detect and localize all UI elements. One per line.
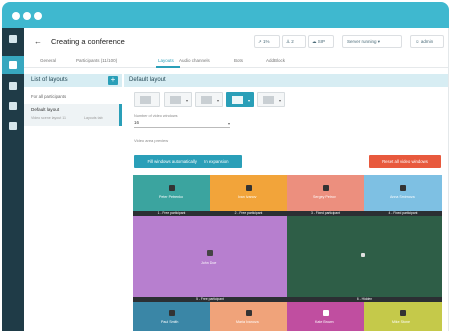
user-icon xyxy=(169,185,175,191)
conference-icon[interactable] xyxy=(9,61,17,69)
add-layout-button[interactable]: + xyxy=(108,76,118,85)
layout-item-tag: Layouts tab xyxy=(84,116,103,120)
user-icon xyxy=(400,185,406,191)
application-window: ← Creating a conference ↗ 1% ⚓ 2 ☁ SIP S… xyxy=(0,0,451,331)
user-icon xyxy=(400,310,406,316)
video-tile[interactable]: Paul Smith xyxy=(133,302,210,331)
reset-windows-button[interactable]: Reset all video windows xyxy=(369,155,441,168)
chevron-down-icon: ▾ xyxy=(185,98,188,103)
chevron-down-icon: ▾ xyxy=(278,98,281,103)
page-title: Creating a conference xyxy=(51,37,125,46)
window-count-value: 16 xyxy=(134,120,140,125)
video-grid: Peter Petrenko 1 - Free participant Ivan… xyxy=(133,175,442,331)
layout-item-sublabel: Video scene layout 11 xyxy=(31,116,67,120)
user-icon xyxy=(246,185,252,191)
layout-type-3-button[interactable]: ▾ xyxy=(195,92,223,107)
user-icon xyxy=(246,310,252,316)
layout-item-label: Default layout xyxy=(31,107,60,112)
window-dot-icon xyxy=(34,12,42,20)
video-tile[interactable]: Maria Ivanova xyxy=(210,302,287,331)
participant-name: Maria Ivanova xyxy=(236,320,259,324)
monitor-icon[interactable] xyxy=(9,122,17,130)
user-menu-button[interactable]: ☺ admin xyxy=(410,35,444,48)
chevron-down-icon: ▾ xyxy=(247,98,250,103)
connections-button[interactable]: ⚓ 2 xyxy=(282,35,306,48)
user-icon xyxy=(323,310,329,316)
layout-grid-icon xyxy=(170,96,181,104)
tab-bar: General Participants (11/100) Layouts Au… xyxy=(24,54,448,68)
user-icon xyxy=(169,310,175,316)
layout-grid-icon xyxy=(140,96,151,104)
layout-editor-header: Default layout xyxy=(124,74,448,87)
chevron-down-icon: ▾ xyxy=(227,121,230,126)
page-header: ← Creating a conference ↗ 1% ⚓ 2 ☁ SIP S… xyxy=(24,28,448,54)
video-tile[interactable]: Sergey Petrov xyxy=(287,175,364,211)
tab-general[interactable]: General xyxy=(40,58,56,63)
participant-name: Paul Smith xyxy=(161,320,179,324)
cpu-indicator-button[interactable]: ↗ 1% xyxy=(254,35,280,48)
chevron-down-icon: ▾ xyxy=(216,98,219,103)
participant-name: Kate Brown xyxy=(315,320,334,324)
layout-type-4-button[interactable]: ▾ xyxy=(226,92,254,107)
participant-name: Peter Petrenko xyxy=(159,195,183,199)
sip-button[interactable]: ☁ SIP xyxy=(308,35,334,48)
menu-icon[interactable] xyxy=(9,35,17,43)
video-tile-large[interactable]: John Doe xyxy=(133,216,287,297)
user-icon xyxy=(323,185,329,191)
window-count-select[interactable]: 16 ▾ xyxy=(134,120,230,128)
window-titlebar xyxy=(2,2,449,28)
fill-windows-label: Fill windows automatically xyxy=(147,159,197,164)
window-count-label: Number of video windows xyxy=(134,114,178,118)
participant-name: Ivan Ivanov xyxy=(238,195,257,199)
layout-type-2-button[interactable]: ▾ xyxy=(164,92,192,107)
video-tile[interactable]: Anna Smirnova xyxy=(364,175,442,211)
video-tile[interactable]: Kate Brown xyxy=(287,302,364,331)
users-icon[interactable] xyxy=(9,82,17,90)
participant-name: Anna Smirnova xyxy=(390,195,415,199)
video-tile[interactable]: Ivan Ivanov xyxy=(210,175,287,211)
participant-name: Mike Stone xyxy=(392,320,410,324)
video-area-label: Video area preview xyxy=(134,138,169,143)
window-dot-icon xyxy=(23,12,31,20)
nav-rail xyxy=(2,28,24,331)
fill-mode-label: In expansion xyxy=(204,159,229,164)
participant-name: John Doe xyxy=(201,261,217,265)
layouts-sidebar: List of layouts + For all participants D… xyxy=(24,72,122,331)
participant-name: Sergey Petrov xyxy=(313,195,336,199)
window-dot-icon xyxy=(12,12,20,20)
fill-windows-button[interactable]: Fill windows automatically In expansion xyxy=(134,155,242,168)
layout-type-5-button[interactable]: ▾ xyxy=(257,92,285,107)
server-status-dropdown[interactable]: Server running ▾ xyxy=(342,35,402,48)
layout-grid-icon xyxy=(232,96,243,104)
layout-grid-icon xyxy=(201,96,212,104)
tab-participants[interactable]: Participants (11/100) xyxy=(76,58,117,63)
layouts-sidebar-title: List of layouts xyxy=(31,77,68,83)
layout-group-label: For all participants xyxy=(31,94,67,99)
tab-bots[interactable]: Bots xyxy=(234,58,243,63)
back-arrow-icon[interactable]: ← xyxy=(34,37,42,46)
tab-layouts[interactable]: Layouts xyxy=(158,58,174,63)
tab-addblock[interactable]: AddBlock xyxy=(266,58,285,63)
tab-audio-channels[interactable]: Audio channels xyxy=(179,58,210,63)
user-icon xyxy=(207,250,213,256)
layout-editor: Default layout ▾ ▾ ▾ ▾ Number of video w… xyxy=(124,72,448,331)
settings-icon[interactable] xyxy=(9,102,17,110)
video-tile-large[interactable] xyxy=(287,216,442,297)
video-tile[interactable]: Mike Stone xyxy=(364,302,442,331)
layout-type-1-button[interactable] xyxy=(134,92,160,107)
layouts-sidebar-header: List of layouts + xyxy=(24,74,122,87)
hidden-window-icon xyxy=(361,253,365,257)
layout-grid-icon xyxy=(263,96,274,104)
video-tile[interactable]: Peter Petrenko xyxy=(133,175,210,211)
layout-editor-title: Default layout xyxy=(129,77,166,83)
active-tab-indicator xyxy=(156,66,180,68)
